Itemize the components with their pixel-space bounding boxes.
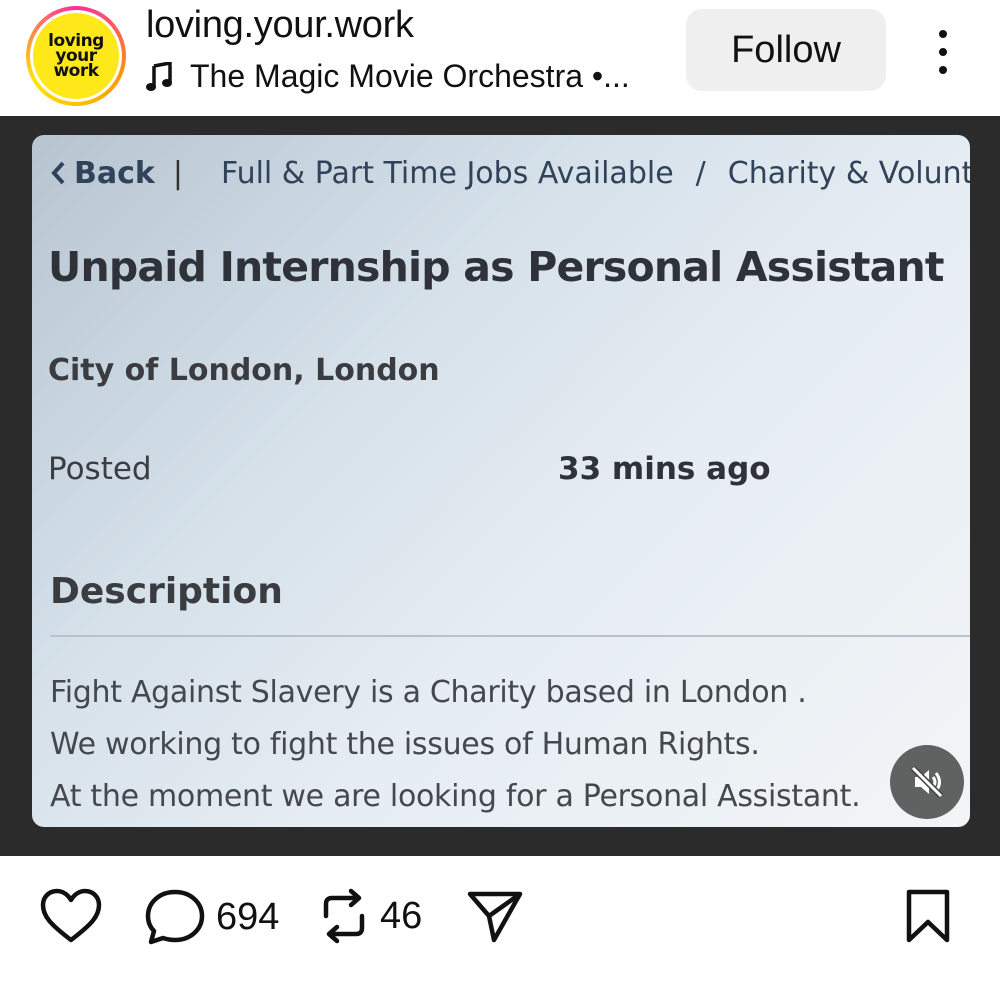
- heart-icon: [40, 888, 102, 943]
- breadcrumb-divider: /: [695, 155, 706, 191]
- avatar-line-3: work: [53, 60, 99, 81]
- avatar-logo: loving your work: [33, 13, 119, 99]
- post-media[interactable]: Back | Full & Part Time Jobs Available /…: [0, 116, 1000, 856]
- comment-bubble-icon: [145, 889, 205, 945]
- job-location: City of London, London: [48, 353, 440, 388]
- breadcrumb-separator: |: [172, 155, 183, 191]
- music-note-icon: [146, 61, 172, 91]
- more-vertical-icon[interactable]: [924, 24, 962, 80]
- job-title: Unpaid Internship as Personal Assistant: [48, 243, 945, 291]
- reposts-count: 46: [380, 894, 423, 937]
- repost-button[interactable]: 46: [318, 888, 422, 944]
- posted-time: 33 mins ago: [558, 451, 771, 487]
- job-listing-screenshot: Back | Full & Part Time Jobs Available /…: [32, 135, 970, 827]
- speaker-muted-icon: [910, 765, 944, 799]
- breadcrumb: Back | Full & Part Time Jobs Available /…: [50, 153, 970, 193]
- comments-count: 694: [216, 895, 280, 938]
- username-link[interactable]: loving.your.work: [146, 4, 414, 47]
- profile-avatar[interactable]: loving your work: [26, 6, 126, 106]
- description-line-3: At the moment we are looking for a Perso…: [50, 779, 861, 814]
- description-heading: Description: [50, 571, 283, 612]
- divider: [50, 635, 970, 637]
- like-button[interactable]: [40, 888, 102, 944]
- description-line-2: We working to fight the issues of Human …: [50, 727, 760, 762]
- send-paper-plane-icon: [467, 891, 523, 943]
- share-button[interactable]: [466, 888, 524, 944]
- save-button[interactable]: [904, 888, 952, 944]
- back-label: Back: [74, 155, 155, 191]
- mute-toggle-button[interactable]: [890, 745, 964, 819]
- comment-button[interactable]: 694: [144, 888, 279, 946]
- breadcrumb-category: Full & Part Time Jobs Available: [220, 155, 674, 191]
- repost-icon: [323, 888, 365, 944]
- audio-attribution[interactable]: The Magic Movie Orchestra •...: [146, 58, 630, 95]
- chevron-left-icon: [51, 161, 65, 185]
- audio-title: The Magic Movie Orchestra •...: [190, 58, 630, 94]
- posted-label: Posted: [48, 451, 152, 487]
- description-line-1: Fight Against Slavery is a Charity based…: [50, 675, 807, 710]
- bookmark-icon: [906, 889, 950, 943]
- follow-button[interactable]: Follow: [686, 9, 886, 91]
- back-link: Back: [50, 156, 155, 191]
- breadcrumb-subcategory: Charity & Volunt: [727, 155, 970, 191]
- post-header: loving your work loving.your.work The Ma…: [0, 0, 1000, 116]
- post-actions: 694 46: [0, 856, 1000, 988]
